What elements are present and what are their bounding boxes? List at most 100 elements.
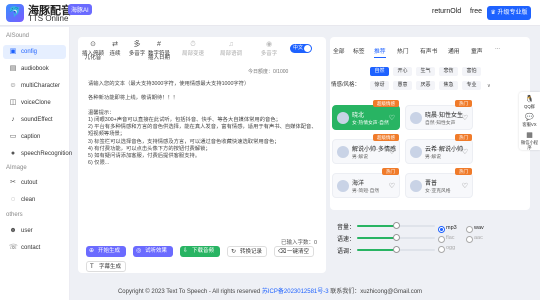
format-aac-radio[interactable]: aac	[466, 235, 483, 243]
insert-date-button[interactable]: 插入日期	[144, 53, 174, 61]
format-flac-radio[interactable]: flac	[438, 235, 455, 243]
language-toggle[interactable]: 中文	[290, 44, 312, 53]
chip-happy[interactable]: 开心	[393, 67, 412, 76]
slider-thumb[interactable]	[393, 246, 400, 253]
subtitle-generate-button[interactable]: T 字幕生成	[86, 261, 126, 272]
avatar	[410, 146, 422, 158]
format-wav-radio[interactable]: wav	[466, 225, 484, 233]
format-mp3-radio[interactable]: mp3	[438, 225, 457, 233]
local-pitch-button[interactable]: ♫ 局部语调	[216, 40, 246, 57]
button-label: 字幕生成	[99, 264, 122, 270]
quota-count: 今日额度：0/1000	[248, 69, 289, 75]
speed-slider[interactable]	[357, 234, 435, 241]
heart-icon[interactable]: ♡	[462, 148, 468, 156]
listen-icon: ◎	[136, 248, 142, 254]
voice-card[interactable]: 热门 云希·解说小帅 男·解说 ♡	[405, 134, 473, 164]
pitch-slider[interactable]	[357, 246, 435, 253]
voice-name: 晓晨·知性女生	[425, 113, 463, 119]
floating-contact-bar: 🐧 QQ群 💬 客服VX ▦ 微信小程序	[519, 92, 540, 150]
chip-fear[interactable]: 害怕	[462, 67, 481, 76]
tab-general[interactable]: 通用	[448, 46, 460, 55]
sidebar-item-cutout[interactable]: ✂ cutout	[3, 176, 66, 190]
sidebar-item-speechrecognition[interactable]: ● speechRecognition	[3, 147, 72, 161]
chip-professional[interactable]: 专业	[462, 81, 481, 90]
tab-all[interactable]: 全部	[333, 46, 345, 55]
sidebar-item-label: speechRecognition	[21, 151, 73, 157]
listen-preview-button[interactable]: ◎ 试听效果	[133, 246, 173, 257]
download-audio-button[interactable]: ⇩ 下载音频	[180, 246, 220, 257]
wechat-service-button[interactable]: 💬 客服VX	[519, 114, 540, 127]
sidebar-item-label: voiceClone	[21, 100, 51, 106]
format-ogg-radio[interactable]: ogg	[438, 245, 455, 253]
slider-thumb[interactable]	[393, 222, 400, 229]
tab-hot[interactable]: 热门	[397, 46, 409, 55]
voice-card[interactable]: 超级情感 晓北 女·热情女声·自然 ♡	[332, 100, 400, 130]
sidebar-item-audiobook[interactable]: ▤ audiobook	[3, 62, 66, 76]
sidebar-item-user[interactable]: ☻ user	[3, 224, 66, 238]
tab-audiobook[interactable]: 有声书	[420, 46, 437, 55]
tab-child[interactable]: 童声	[471, 46, 483, 55]
voice-card[interactable]: 热门 晋普 女·亚克风格 ♡	[405, 168, 473, 198]
upgrade-button[interactable]: ♛ 升级专业版	[487, 6, 531, 20]
start-generate-button[interactable]: ⊕ 开始生成	[86, 246, 126, 257]
sidebar-item-config[interactable]: ▣ config	[3, 45, 66, 59]
clear-icon: ⌫	[278, 249, 287, 255]
sidebar-item-label: soundEffect	[21, 117, 53, 123]
more-tabs-button[interactable]: ...	[495, 45, 500, 51]
chip-sad[interactable]: 悲伤	[439, 67, 458, 76]
slider-fill	[357, 237, 396, 239]
sidebar-item-clean[interactable]: ◌ clean	[3, 193, 66, 207]
local-speed-button[interactable]: ⏱ 局部变速	[178, 40, 208, 57]
sidebar-item-label: user	[21, 228, 33, 234]
chip-gentle[interactable]: 愚意	[393, 81, 412, 90]
icp-link[interactable]: 苏ICP备2023012581号-3	[262, 289, 329, 295]
voice-card[interactable]: 超级情感 解说小帅·多情感 男·解说 ♡	[332, 134, 400, 164]
volume-slider[interactable]	[357, 222, 435, 229]
heart-icon[interactable]: ♡	[389, 114, 395, 122]
voice-badge: 热门	[455, 134, 472, 141]
chip-surprise[interactable]: 惊讶	[370, 81, 389, 90]
chip-natural[interactable]: 自然	[370, 67, 389, 76]
float-label: QQ群	[524, 104, 535, 109]
tab-recommended[interactable]: 推荐	[374, 46, 386, 58]
sidebar-item-contact[interactable]: ☏ contact	[3, 241, 66, 255]
voice-name: 海洋	[352, 181, 365, 187]
sidebar-item-label: clean	[21, 197, 36, 203]
voice-badge: 超级情感	[373, 100, 399, 107]
erhua-button[interactable]: 儿化音	[78, 53, 108, 61]
free-link[interactable]: free	[470, 8, 482, 15]
sidebar-item-soundeffect[interactable]: ♪ soundEffect	[3, 113, 66, 127]
conversion-history-button[interactable]: ↻ 转换记录	[227, 246, 267, 257]
chip-angry[interactable]: 生气	[416, 67, 435, 76]
audio-settings: 音量： 语速： 语调： mp3 wav flac aac ogg	[330, 214, 530, 259]
expand-chips-button[interactable]: ∨	[487, 83, 491, 89]
voice-card[interactable]: 热门 海洋 男·简短·自然 ♡	[332, 168, 400, 198]
return-old-link[interactable]: returnOld	[432, 8, 461, 15]
voice-card[interactable]: 热门 晓晨·知性女生 自然·知性女声 ♡	[405, 100, 473, 130]
clear-all-button[interactable]: ⌫ 一键清空	[274, 246, 314, 257]
tool-label: 局部语调	[219, 51, 242, 57]
tool-label: 局部变速	[181, 51, 204, 57]
heart-icon[interactable]: ♡	[389, 182, 395, 190]
slider-fill	[357, 249, 396, 251]
slider-thumb[interactable]	[393, 234, 400, 241]
contact-text: 联系我们：xuzhicong@Gmail.com	[330, 289, 423, 295]
tab-tags[interactable]: 标签	[353, 46, 365, 55]
sidebar-item-caption[interactable]: ▭ caption	[3, 130, 66, 144]
heart-icon[interactable]: ♡	[462, 114, 468, 122]
sound-button[interactable]: ◉ 多音字	[254, 40, 284, 57]
brand-badge: 海豚AI	[68, 4, 92, 15]
mic-icon: ●	[10, 150, 16, 157]
sidebar-item-voiceclone[interactable]: ◫ voiceClone	[3, 96, 66, 110]
sidebar-item-multicharacter[interactable]: ☺ multiCharacter	[3, 79, 66, 93]
voice-desc: 男·简短·自然	[352, 189, 380, 194]
heart-icon[interactable]: ♡	[389, 148, 395, 156]
chip-disgust[interactable]: 厌恶	[416, 81, 435, 90]
qq-group-button[interactable]: 🐧 QQ群	[519, 96, 540, 109]
heart-icon[interactable]: ♡	[462, 182, 468, 190]
chip-anxious[interactable]: 焦急	[439, 81, 458, 90]
voice-name: 云希·解说小帅	[425, 147, 463, 153]
miniapp-button[interactable]: ▦ 微信小程序	[519, 132, 540, 150]
text-input-area[interactable]: 请输入您的文本（最大支持3000字符，使用情感最大支持1000字符） 各种新功能…	[88, 81, 318, 167]
volume-label: 音量：	[337, 225, 356, 231]
